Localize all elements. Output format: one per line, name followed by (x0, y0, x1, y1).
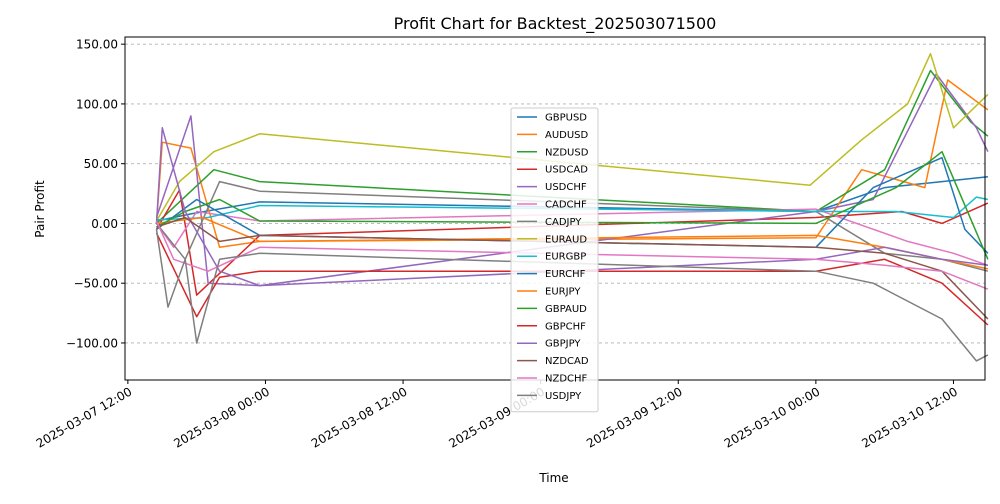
legend-label: NZDUSD (545, 147, 589, 158)
legend-label: CADJPY (545, 217, 582, 228)
legend-label: USDJPY (545, 391, 582, 402)
legend-label: EURCHF (545, 269, 586, 280)
y-tick-label: 50.00 (84, 157, 118, 171)
legend: GBPUSD AUDUSD NZDUSD USDCAD USDCHF CADCHF CADJ… (510, 107, 599, 413)
legend-label: GBPUSD (545, 113, 587, 124)
y-tick-label: −100.00 (66, 336, 118, 350)
y-tick-label: 0.00 (91, 217, 118, 231)
legend-label: CADCHF (545, 200, 587, 211)
legend-label: NZDCHF (545, 374, 588, 385)
legend-label: EURJPY (545, 287, 581, 298)
y-axis-label: Pair Profit (33, 180, 47, 238)
legend-label: GBPAUD (545, 304, 587, 315)
y-tick-label: 150.00 (76, 38, 118, 52)
y-tick-label: 100.00 (76, 97, 118, 111)
legend-label: AUDUSD (545, 130, 589, 141)
legend-label: USDCHF (545, 182, 587, 193)
legend-label: EURGBP (545, 252, 586, 263)
profit-chart: Profit Chart for Backtest_202503071500 −… (0, 0, 1000, 500)
chart-title: Profit Chart for Backtest_202503071500 (394, 14, 717, 34)
legend-label: GBPJPY (545, 339, 581, 350)
y-tick-label: −50.00 (74, 277, 118, 291)
legend-label: GBPCHF (545, 321, 586, 332)
legend-label: EURAUD (545, 234, 587, 245)
legend-label: USDCAD (545, 165, 588, 176)
legend-label: NZDCAD (545, 356, 589, 367)
x-axis-label: Time (538, 471, 568, 485)
